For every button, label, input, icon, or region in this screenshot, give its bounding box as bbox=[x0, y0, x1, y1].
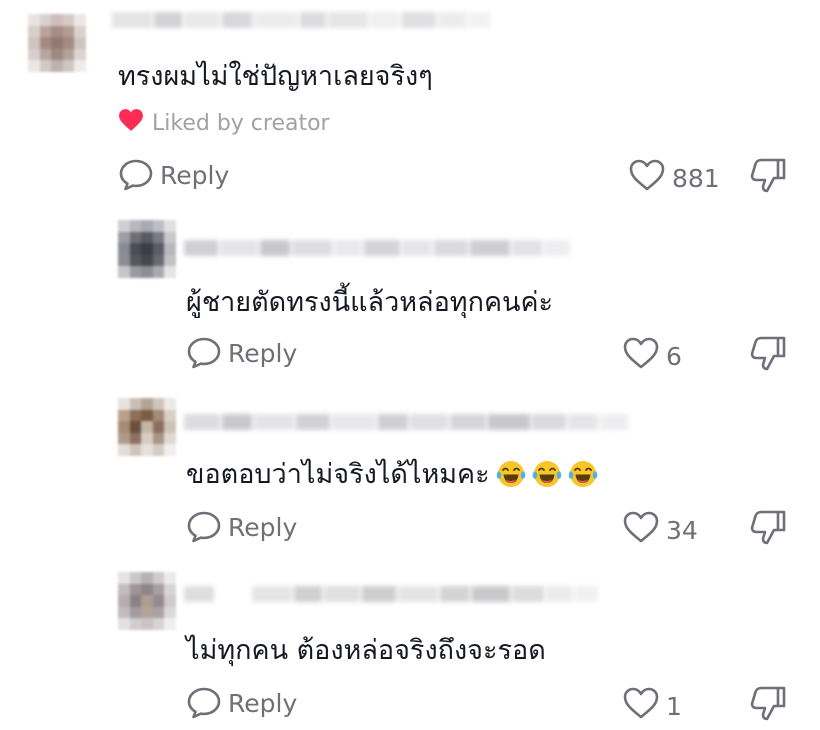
heart-outline-icon bbox=[622, 510, 660, 550]
like-button[interactable]: 881 bbox=[628, 158, 720, 198]
like-count: 34 bbox=[666, 515, 698, 545]
face-with-tears-of-joy-icon bbox=[532, 459, 562, 489]
avatar[interactable] bbox=[118, 220, 176, 278]
liked-by-creator-label: Liked by creator bbox=[152, 110, 330, 136]
liked-by-creator-badge: Liked by creator bbox=[118, 108, 330, 138]
comment-text: ไม่ทุกคน ต้องหล่อจริงถึงจะรอด bbox=[186, 635, 546, 666]
thumbs-down-icon bbox=[748, 686, 788, 727]
like-count: 6 bbox=[666, 341, 682, 371]
speech-bubble-icon bbox=[186, 336, 222, 370]
username-blurred[interactable] bbox=[184, 582, 598, 606]
reply-label: Reply bbox=[160, 160, 230, 190]
avatar[interactable] bbox=[118, 572, 176, 630]
dislike-button[interactable] bbox=[748, 685, 788, 727]
speech-bubble-icon bbox=[118, 158, 154, 192]
reply-button[interactable]: Reply bbox=[186, 510, 297, 544]
dislike-button[interactable] bbox=[748, 157, 788, 199]
heart-outline-icon bbox=[622, 686, 660, 726]
thumbs-down-icon bbox=[748, 158, 788, 199]
reply-button[interactable]: Reply bbox=[118, 158, 229, 192]
dislike-button[interactable] bbox=[748, 335, 788, 377]
speech-bubble-icon bbox=[186, 510, 222, 544]
thumbs-down-icon bbox=[748, 336, 788, 377]
dislike-button[interactable] bbox=[748, 509, 788, 551]
comment-text: ผู้ชายตัดทรงนี้แล้วหล่อทุกคนค่ะ bbox=[186, 287, 554, 318]
comment-text: ทรงผมไม่ใช่ปัญหาเลยจริงๆ bbox=[118, 61, 433, 92]
avatar[interactable] bbox=[28, 14, 86, 72]
reply-label: Reply bbox=[228, 512, 298, 542]
face-with-tears-of-joy-icon bbox=[496, 459, 526, 489]
heart-filled-icon bbox=[118, 108, 144, 138]
thumbs-down-icon bbox=[748, 510, 788, 551]
reply-label: Reply bbox=[228, 338, 298, 368]
avatar[interactable] bbox=[118, 398, 176, 456]
like-button[interactable]: 1 bbox=[622, 686, 682, 726]
like-button[interactable]: 6 bbox=[622, 336, 682, 376]
reply-button[interactable]: Reply bbox=[186, 336, 297, 370]
username-blurred[interactable] bbox=[184, 236, 570, 260]
comment-text: ขอตอบว่าไม่จริงได้ไหมคะ bbox=[186, 458, 598, 492]
username-blurred[interactable] bbox=[112, 8, 490, 32]
like-count: 881 bbox=[672, 163, 720, 193]
username-blurred[interactable] bbox=[184, 410, 628, 434]
reply-label: Reply bbox=[228, 688, 298, 718]
like-button[interactable]: 34 bbox=[622, 510, 698, 550]
speech-bubble-icon bbox=[186, 686, 222, 720]
face-with-tears-of-joy-icon bbox=[568, 459, 598, 489]
reply-button[interactable]: Reply bbox=[186, 686, 297, 720]
like-count: 1 bbox=[666, 691, 682, 721]
comment-text-body: ขอตอบว่าไม่จริงได้ไหมคะ bbox=[186, 459, 490, 490]
heart-outline-icon bbox=[622, 336, 660, 376]
heart-outline-icon bbox=[628, 158, 666, 198]
